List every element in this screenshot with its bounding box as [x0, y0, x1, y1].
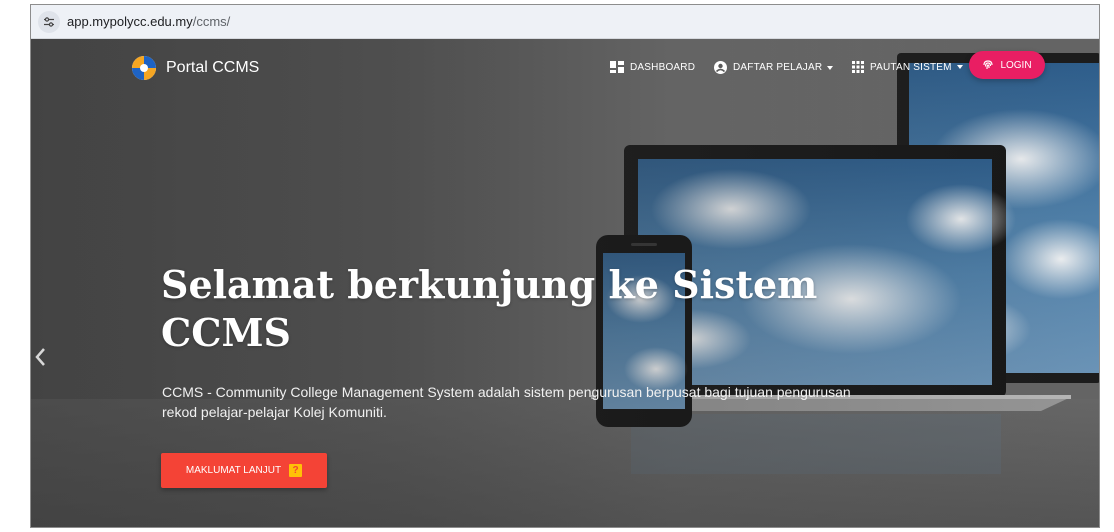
url-domain: app.mypolycc.edu.my: [67, 14, 193, 29]
brand-name: Portal CCMS: [166, 59, 260, 76]
nav-pautan-sistem[interactable]: PAUTAN SISTEM: [852, 61, 963, 73]
account-circle-icon: [714, 61, 727, 74]
ccms-logo: [132, 56, 156, 80]
nav-daftar-pelajar[interactable]: DAFTAR PELAJAR: [714, 61, 834, 74]
chevron-down-icon: [827, 65, 834, 70]
maklumat-lanjut-button[interactable]: MAKLUMAT LANJUT ?: [161, 453, 327, 488]
nav-pautan-sistem-label: PAUTAN SISTEM: [870, 61, 952, 73]
browser-frame: app.mypolycc.edu.my/ccms/ Portal CCMS DA…: [30, 4, 1100, 528]
login-label: LOGIN: [1000, 59, 1032, 71]
dashboard-icon: [610, 61, 624, 73]
hero-carousel: Portal CCMS DASHBOARD DAFTAR PELAJAR PAU…: [31, 39, 1099, 527]
nav-dashboard[interactable]: DASHBOARD: [610, 61, 695, 73]
hero-description: CCMS - Community College Management Syst…: [162, 384, 851, 420]
tune-icon[interactable]: [38, 10, 60, 33]
address-bar[interactable]: app.mypolycc.edu.my/ccms/: [31, 5, 1099, 39]
help-icon: ?: [289, 464, 303, 477]
brand[interactable]: Portal CCMS: [131, 55, 259, 81]
chevron-left-icon: [35, 348, 45, 366]
top-navbar: Portal CCMS DASHBOARD DAFTAR PELAJAR PAU…: [31, 39, 1099, 99]
chevron-down-icon: [956, 65, 963, 69]
nav-daftar-pelajar-label: DAFTAR PELAJAR: [733, 62, 823, 73]
cta-label: MAKLUMAT LANJUT: [185, 465, 282, 476]
carousel-prev-button[interactable]: [31, 339, 49, 375]
url-text[interactable]: app.mypolycc.edu.my/ccms/: [67, 14, 230, 29]
hero-headline: Selamat berkunjung ke Sistem CCMS: [161, 262, 818, 355]
login-button[interactable]: LOGIN: [969, 51, 1045, 79]
apps-icon: [852, 61, 864, 73]
url-path: /ccms/: [192, 14, 231, 29]
nav-dashboard-label: DASHBOARD: [630, 61, 696, 73]
fingerprint-icon: [983, 60, 994, 70]
